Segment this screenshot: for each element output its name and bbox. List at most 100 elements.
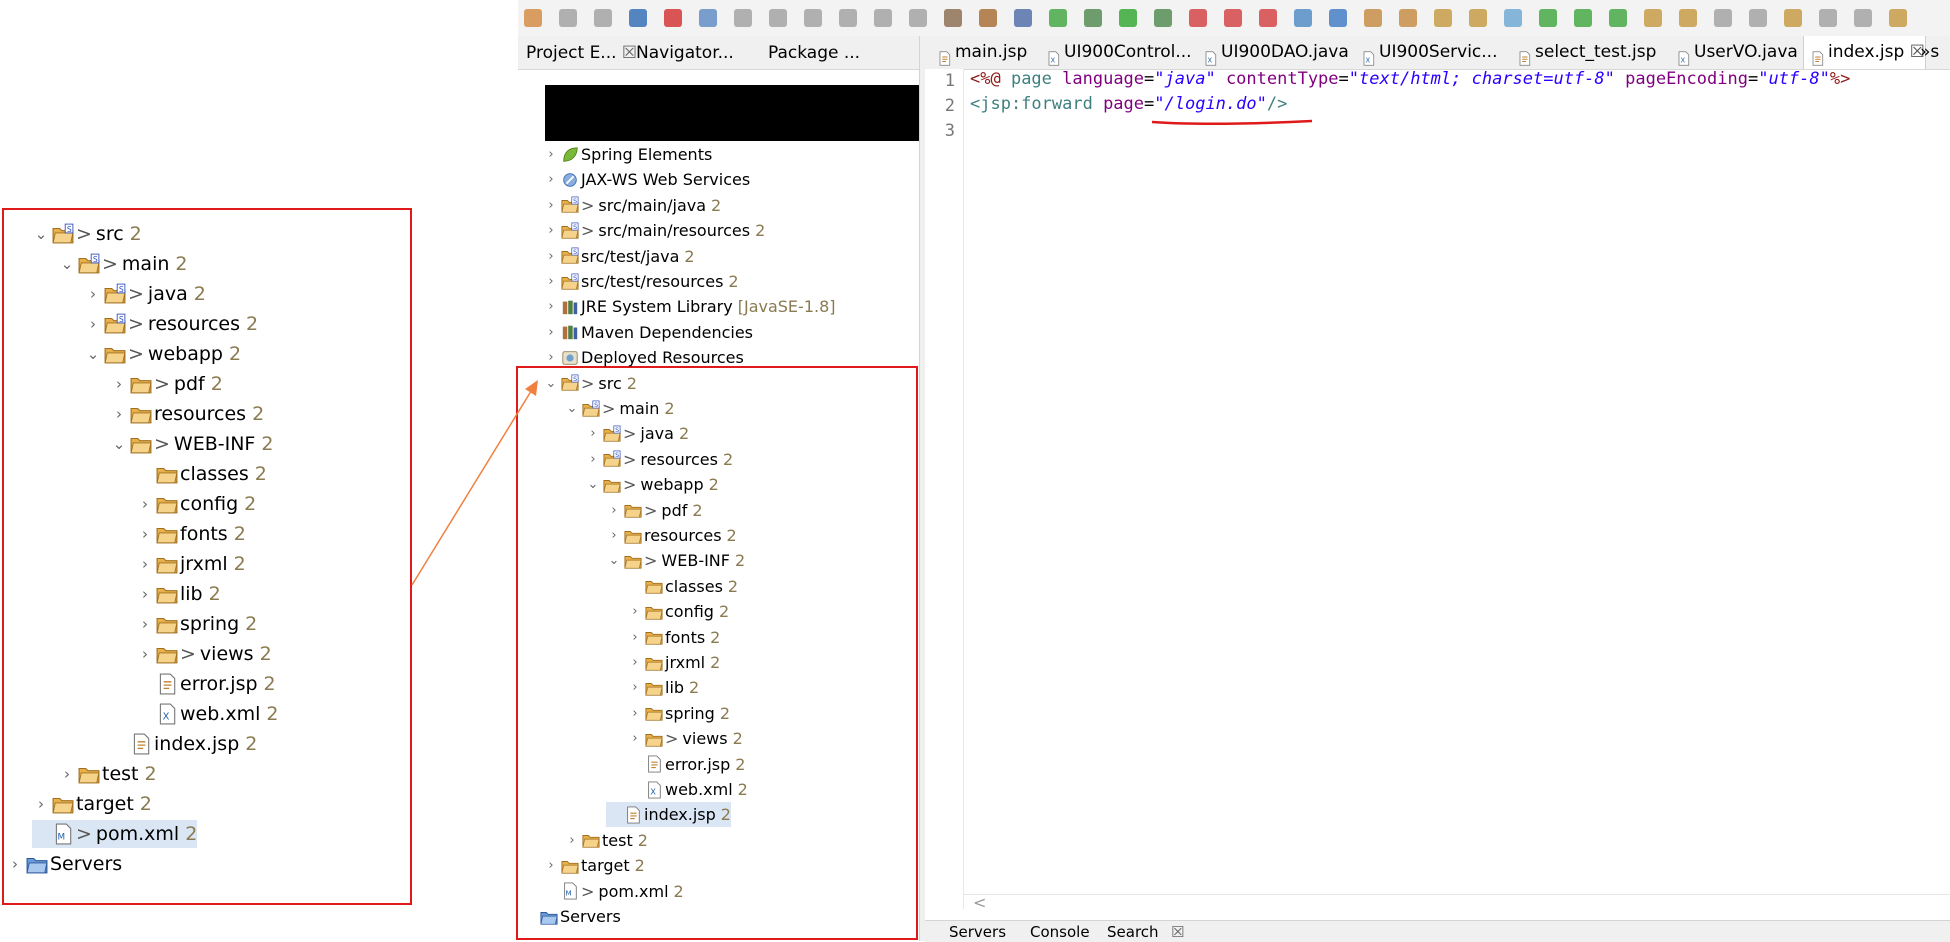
chevron-right-icon[interactable]: › — [627, 599, 643, 624]
zoom-tree-node[interactable]: M > pom.xml 2 — [32, 820, 198, 848]
project-tree-node[interactable]: › > views 2 — [627, 726, 742, 751]
project-tree-node[interactable]: Servers — [522, 904, 621, 929]
chevron-right-icon[interactable]: › — [543, 244, 559, 269]
project-tree-node[interactable]: › Maven Dependencies — [543, 320, 753, 345]
project-tree-node[interactable]: › Spring Elements — [543, 142, 712, 167]
project-tree-node[interactable]: › S > java 2 — [585, 421, 689, 446]
project-tree-node[interactable]: Xweb.xml 2 — [627, 777, 748, 802]
outgoing-change-marker: > — [644, 500, 658, 520]
node-label: error.jsp — [665, 754, 731, 774]
chevron-right-icon[interactable]: › — [58, 760, 76, 788]
chevron-down-icon[interactable]: ⌄ — [543, 371, 559, 396]
zoom-tree-node[interactable]: › > pdf 2 — [110, 370, 223, 398]
project-tree-node[interactable]: › fonts 2 — [627, 625, 720, 650]
zoom-tree-node[interactable]: ⌄ S > src 2 — [32, 220, 142, 248]
zoom-tree-node[interactable]: ⌄ > webapp 2 — [84, 340, 241, 368]
chevron-right-icon[interactable]: › — [606, 498, 622, 523]
chevron-right-icon[interactable]: › — [543, 167, 559, 192]
project-tree-node[interactable]: ⌄ > WEB-INF 2 — [606, 548, 746, 573]
chevron-right-icon[interactable]: › — [627, 675, 643, 700]
project-tree-node[interactable]: › > pdf 2 — [606, 498, 702, 523]
project-tree-node[interactable]: › S > resources 2 — [585, 447, 733, 472]
chevron-right-icon[interactable]: › — [136, 550, 154, 578]
zoom-tree-node[interactable]: › test 2 — [58, 760, 157, 788]
project-tree-node[interactable]: classes 2 — [627, 574, 738, 599]
project-tree-node[interactable]: › Ssrc/test/resources 2 — [543, 269, 738, 294]
zoom-tree-node[interactable]: classes 2 — [136, 460, 267, 488]
project-tree-node[interactable]: › spring 2 — [627, 701, 730, 726]
folder-icon — [643, 730, 665, 748]
chevron-right-icon[interactable]: › — [136, 610, 154, 638]
project-tree-node[interactable]: › jrxml 2 — [627, 650, 720, 675]
project-tree-node[interactable]: › S > src/main/resources 2 — [543, 218, 765, 243]
chevron-right-icon[interactable]: › — [136, 580, 154, 608]
zoom-tree-node[interactable]: Xweb.xml 2 — [136, 700, 278, 728]
chevron-down-icon[interactable]: ⌄ — [606, 548, 622, 573]
chevron-right-icon[interactable]: › — [84, 280, 102, 308]
chevron-down-icon[interactable]: ⌄ — [32, 220, 50, 248]
chevron-right-icon[interactable]: › — [627, 625, 643, 650]
project-tree-node[interactable]: › resources 2 — [606, 523, 736, 548]
chevron-right-icon[interactable]: › — [543, 269, 559, 294]
chevron-right-icon[interactable]: › — [136, 490, 154, 518]
chevron-down-icon[interactable]: ⌄ — [84, 340, 102, 368]
chevron-down-icon[interactable]: ⌄ — [110, 430, 128, 458]
project-tree-node[interactable]: error.jsp 2 — [627, 752, 745, 777]
chevron-right-icon[interactable]: › — [136, 520, 154, 548]
chevron-right-icon[interactable]: › — [543, 345, 559, 370]
project-tree-node[interactable]: M > pom.xml 2 — [543, 879, 684, 904]
zoom-tree-node[interactable]: ⌄ S > main 2 — [58, 250, 188, 278]
zoom-tree-node[interactable]: › > views 2 — [136, 640, 272, 668]
chevron-right-icon[interactable]: › — [585, 421, 601, 446]
project-tree-node[interactable]: ⌄ S > src 2 — [543, 371, 637, 396]
project-tree-node[interactable]: ⌄ > webapp 2 — [585, 472, 719, 497]
chevron-right-icon[interactable]: › — [606, 523, 622, 548]
zoom-tree-node[interactable]: › lib 2 — [136, 580, 221, 608]
zoom-tree-node[interactable]: ⌄ > WEB-INF 2 — [110, 430, 274, 458]
chevron-right-icon[interactable]: › — [543, 218, 559, 243]
zoom-tree-node[interactable]: › resources 2 — [110, 400, 264, 428]
chevron-down-icon[interactable]: ⌄ — [58, 250, 76, 278]
chevron-right-icon[interactable]: › — [6, 850, 24, 878]
project-tree-node[interactable]: index.jsp 2 — [606, 802, 731, 828]
project-tree-node[interactable]: › target 2 — [543, 853, 644, 878]
chevron-down-icon[interactable]: ⌄ — [585, 472, 601, 497]
project-tree-node[interactable]: › config 2 — [627, 599, 729, 624]
zoom-tree-node[interactable]: › S > java 2 — [84, 280, 206, 308]
outgoing-change-marker: > — [623, 449, 637, 469]
zoom-tree-node[interactable]: › config 2 — [136, 490, 256, 518]
chevron-right-icon[interactable]: › — [543, 193, 559, 218]
project-tree-node[interactable]: › JRE System Library [JavaSE-1.8] — [543, 294, 835, 319]
jsp-file-icon — [128, 733, 154, 755]
chevron-right-icon[interactable]: › — [136, 640, 154, 668]
chevron-right-icon[interactable]: › — [543, 320, 559, 345]
zoom-tree-node[interactable]: › fonts 2 — [136, 520, 246, 548]
project-tree-node[interactable]: › S > src/main/java 2 — [543, 193, 721, 218]
chevron-right-icon[interactable]: › — [564, 828, 580, 853]
chevron-down-icon[interactable]: ⌄ — [564, 396, 580, 421]
zoom-tree-node[interactable]: › S > resources 2 — [84, 310, 258, 338]
zoom-tree-node[interactable]: › Servers — [6, 850, 122, 878]
chevron-right-icon[interactable]: › — [627, 701, 643, 726]
zoom-tree-node[interactable]: › jrxml 2 — [136, 550, 246, 578]
zoom-tree-node[interactable]: › spring 2 — [136, 610, 257, 638]
zoom-tree-node[interactable]: › target 2 — [32, 790, 152, 818]
chevron-right-icon[interactable]: › — [543, 853, 559, 878]
chevron-right-icon[interactable]: › — [84, 310, 102, 338]
chevron-right-icon[interactable]: › — [543, 142, 559, 167]
zoom-tree-node[interactable]: index.jsp 2 — [110, 730, 257, 758]
chevron-right-icon[interactable]: › — [585, 447, 601, 472]
project-tree-node[interactable]: › Deployed Resources — [543, 345, 743, 370]
chevron-right-icon[interactable]: › — [627, 650, 643, 675]
chevron-right-icon[interactable]: › — [110, 400, 128, 428]
project-tree-node[interactable]: › Ssrc/test/java 2 — [543, 244, 694, 269]
project-tree-node[interactable]: › JAX-WS Web Services — [543, 167, 750, 192]
project-tree-node[interactable]: › lib 2 — [627, 675, 699, 700]
zoom-tree-node[interactable]: error.jsp 2 — [136, 670, 276, 698]
chevron-right-icon[interactable]: › — [110, 370, 128, 398]
chevron-right-icon[interactable]: › — [627, 726, 643, 751]
project-tree-node[interactable]: › test 2 — [564, 828, 648, 853]
chevron-right-icon[interactable]: › — [543, 294, 559, 319]
project-tree-node[interactable]: ⌄ S > main 2 — [564, 396, 675, 421]
chevron-right-icon[interactable]: › — [32, 790, 50, 818]
